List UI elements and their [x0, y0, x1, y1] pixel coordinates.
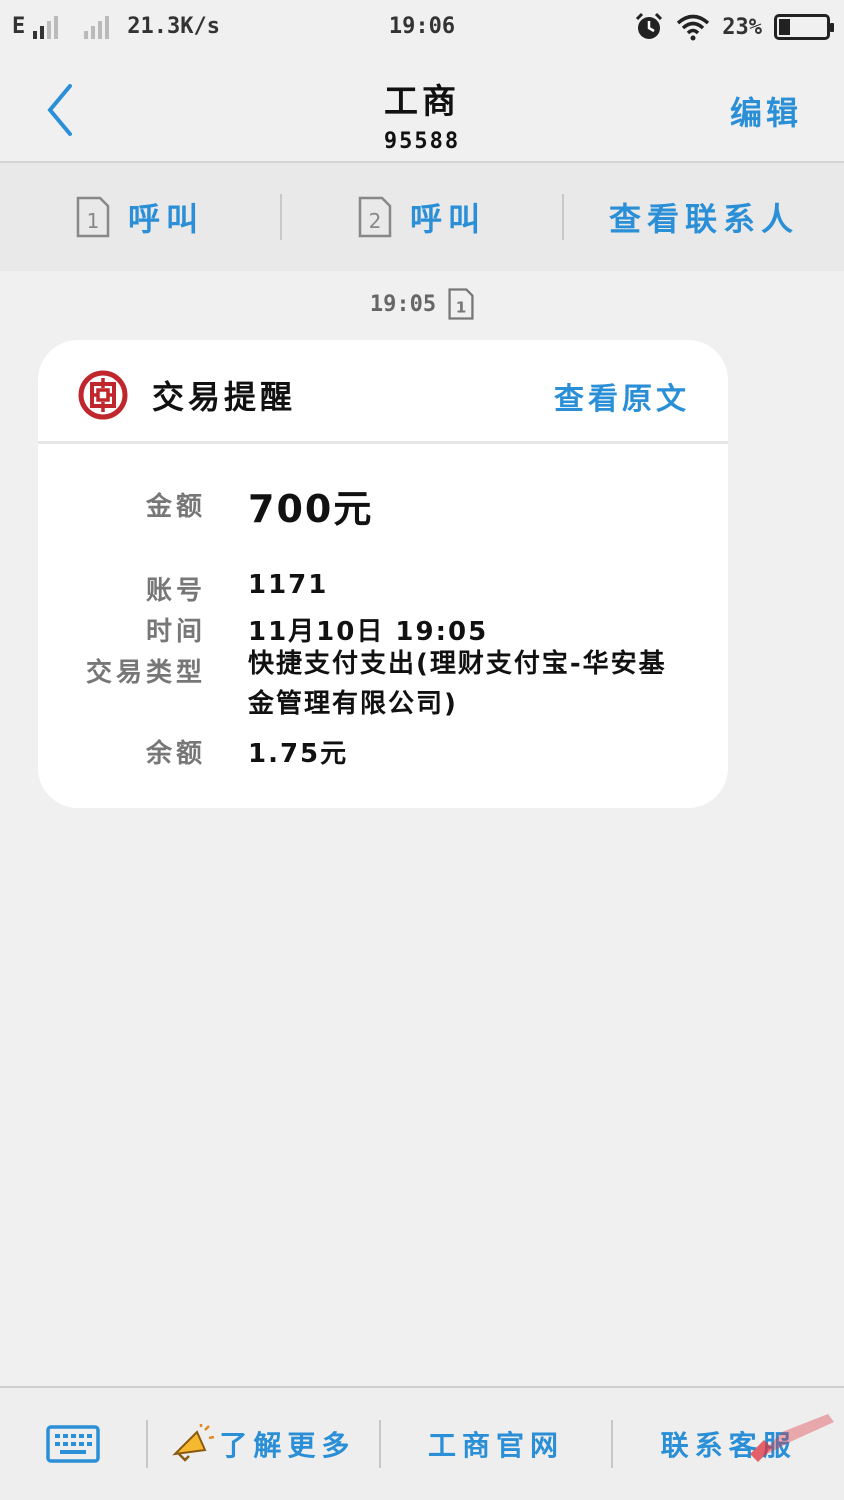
- contact-name: 工商: [384, 82, 460, 122]
- conversation-header: 工商 95588 编辑: [0, 58, 844, 163]
- bank-logo-icon: [78, 370, 128, 420]
- battery-fill: [779, 19, 790, 35]
- official-site-label: 工商官网: [428, 1429, 565, 1462]
- card-header: 交易提醒 查看原文: [38, 340, 728, 444]
- amount-value: 700元: [248, 487, 374, 531]
- amount-label: 金额: [145, 492, 206, 522]
- view-contact-button[interactable]: 查看联系人: [564, 163, 844, 271]
- call-sim1-button[interactable]: 1 呼叫: [0, 163, 280, 271]
- action-bar: 1 呼叫 2 呼叫 查看联系人: [0, 163, 844, 271]
- time-value: 11月10日 19:05: [248, 617, 489, 647]
- keyboard-icon: [46, 1425, 100, 1463]
- transaction-card[interactable]: 交易提醒 查看原文 金额 700元 账号 1171 时间 11月10日 19:0…: [38, 340, 728, 808]
- sim-number: 1: [456, 298, 467, 316]
- learn-more-label: 了解更多: [219, 1429, 356, 1462]
- screen: E 21.3K/s 19:06 23% 工商 95588 编辑 1 呼叫 2 呼…: [0, 0, 844, 1500]
- edit-button[interactable]: 编辑: [730, 88, 802, 134]
- sim-card-icon: 1: [76, 196, 110, 238]
- balance-value: 1.75元: [248, 739, 349, 769]
- bottom-menu-bar: 了解更多 工商官网 联系客服: [0, 1386, 844, 1500]
- call-sim1-label: 呼叫: [127, 200, 204, 238]
- sim-card-icon: 2: [358, 196, 392, 238]
- sim-card-icon: 1: [448, 288, 474, 320]
- watermark-logo: [750, 1414, 834, 1462]
- type-label: 交易类型: [85, 658, 206, 688]
- balance-label: 余额: [145, 739, 206, 769]
- keyboard-toggle-button[interactable]: [0, 1388, 146, 1500]
- contact-number: 95588: [383, 129, 461, 154]
- wifi-icon: [677, 14, 710, 41]
- header-title-group: 工商 95588: [0, 74, 844, 154]
- view-original-button[interactable]: 查看原文: [554, 374, 690, 418]
- time-label: 时间: [145, 617, 206, 647]
- account-value: 1171: [248, 570, 329, 600]
- battery-percent: 23%: [722, 14, 762, 40]
- sim-number: 2: [369, 209, 382, 233]
- message-timestamp: 19:05 1: [0, 288, 844, 320]
- call-sim2-button[interactable]: 2 呼叫: [282, 163, 562, 271]
- alarm-icon: [636, 12, 663, 39]
- view-contact-label: 查看联系人: [608, 200, 799, 238]
- learn-more-button[interactable]: 了解更多: [148, 1388, 379, 1500]
- type-value: 快捷支付支出(理财支付宝-华安基金管理有限公司): [248, 649, 667, 719]
- status-right: 23%: [634, 12, 834, 42]
- battery-icon: [774, 14, 834, 40]
- sim-number: 1: [87, 209, 100, 233]
- official-site-button[interactable]: 工商官网: [381, 1388, 612, 1500]
- account-label: 账号: [145, 576, 206, 606]
- card-title: 交易提醒: [152, 378, 297, 416]
- call-sim2-label: 呼叫: [409, 200, 486, 238]
- megaphone-icon: [172, 1424, 215, 1462]
- status-bar: E 21.3K/s 19:06 23%: [0, 0, 844, 58]
- message-time: 19:05: [369, 291, 437, 317]
